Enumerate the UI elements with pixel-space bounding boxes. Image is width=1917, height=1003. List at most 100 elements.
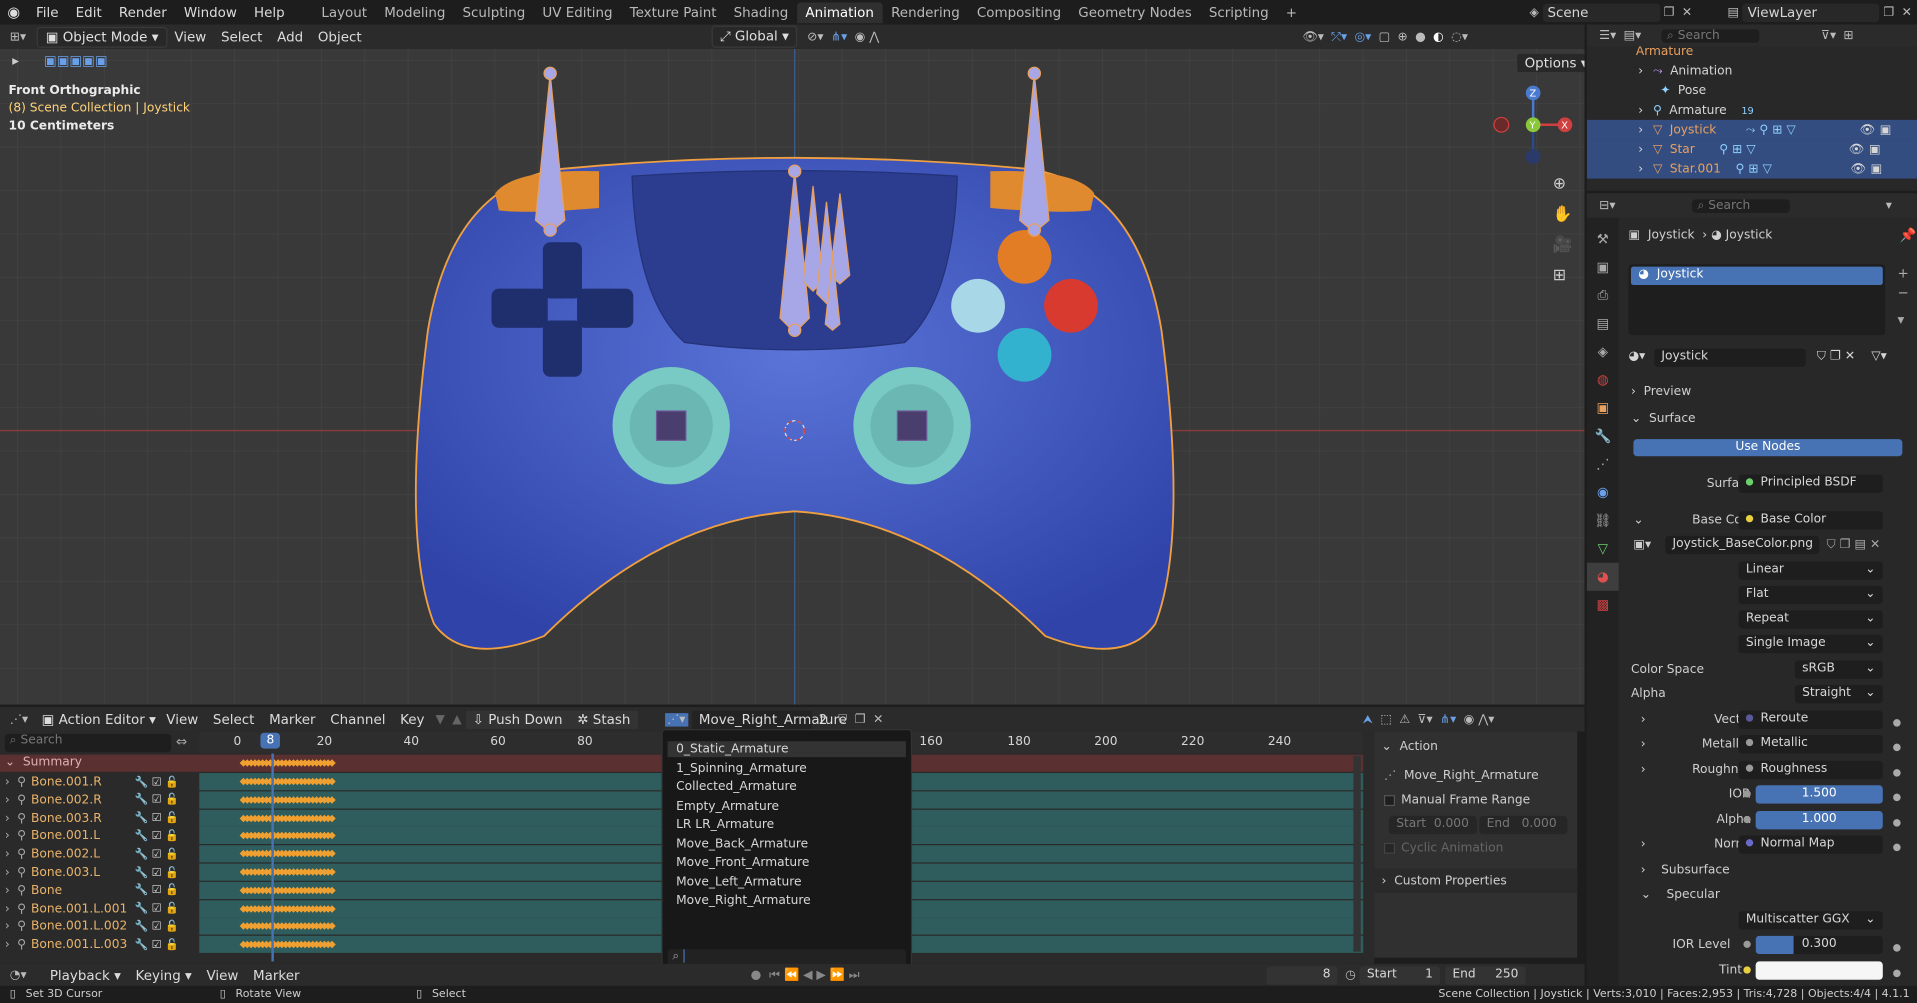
scene-selector[interactable]: ◈ Scene ❐ ✕: [1526, 2, 1696, 22]
ae-menu-view[interactable]: View: [159, 710, 206, 728]
keyframe-markers[interactable]: ◆◆◆◆◆◆◆◆◆◆◆◆◆◆◆◆◆◆◆◆◆◆◆◆: [240, 920, 336, 931]
overlay-icon[interactable]: ◎▾: [1355, 30, 1372, 43]
filter-icon[interactable]: ⊽▾: [1418, 713, 1433, 726]
tab-scripting[interactable]: Scripting: [1200, 2, 1277, 23]
swap-icon[interactable]: ⇔: [176, 734, 187, 750]
preview-panel-header[interactable]: › Preview: [1631, 385, 1691, 398]
ae-mode-dropdown[interactable]: ▣ Action Editor ▾: [42, 711, 159, 727]
interpolation-dropdown[interactable]: Linear ⌄: [1738, 561, 1883, 580]
breadcrumb-object[interactable]: Joystick: [1648, 229, 1695, 242]
mode-dropdown[interactable]: ▣ Object Mode ▾: [37, 26, 168, 48]
action-browse-icon[interactable]: ⋰▾: [664, 712, 688, 726]
props-search[interactable]: ⌕ Search: [1692, 198, 1791, 213]
outliner-row-armature[interactable]: Armature: [1587, 46, 1917, 56]
range-start-field[interactable]: Start 0.000: [1388, 815, 1477, 835]
current-frame-indicator[interactable]: 8: [260, 732, 281, 749]
base-color-expand[interactable]: ⌄: [1633, 514, 1643, 527]
summary-keyframes[interactable]: ◆◆◆◆◆◆◆◆◆◆◆◆◆◆◆◆◆◆◆◆◆◆◆◆: [240, 757, 336, 768]
ae-menu-channel[interactable]: Channel: [323, 710, 393, 728]
use-nodes-button[interactable]: Use Nodes: [1633, 439, 1903, 457]
duplicate-material-icon[interactable]: ❐: [1830, 350, 1841, 363]
projection-dropdown[interactable]: Flat ⌄: [1738, 585, 1883, 605]
button-left[interactable]: [951, 278, 1005, 333]
ior-level-slider[interactable]: 0.300: [1755, 935, 1883, 955]
clock-icon[interactable]: ◷: [1345, 968, 1356, 981]
current-frame-field[interactable]: 8: [1266, 965, 1338, 985]
track-row[interactable]: › ⚲ Bone.001.L.001 🔧 ☑ 🔓: [0, 900, 199, 918]
tint-color-swatch[interactable]: [1755, 961, 1883, 980]
menu-file[interactable]: File: [27, 4, 67, 20]
constraints-tab-icon[interactable]: ⛓: [1587, 506, 1619, 534]
channel-search[interactable]: ⌕ Search: [4, 733, 172, 753]
gizmo-toggle-icon[interactable]: ⤱▾: [1331, 30, 1347, 43]
add-slot-icon[interactable]: +: [1897, 264, 1908, 284]
viewport-menu-add[interactable]: Add: [270, 28, 311, 46]
unlink-action-icon[interactable]: ✕: [873, 713, 883, 726]
keyframe-markers[interactable]: ◆◆◆◆◆◆◆◆◆◆◆◆◆◆◆◆◆◆◆◆◆◆◆◆: [240, 866, 336, 877]
keyframe-markers[interactable]: ◆◆◆◆◆◆◆◆◆◆◆◆◆◆◆◆◆◆◆◆◆◆◆◆: [240, 848, 336, 859]
camera-render-icon[interactable]: ▣: [1871, 162, 1883, 175]
action-name-field[interactable]: Move_Right_Armature: [691, 710, 847, 729]
track-toggle-icons[interactable]: 🔧 ☑ 🔓: [134, 867, 178, 879]
roughness-field[interactable]: Roughness: [1738, 760, 1883, 780]
timeline-view-menu[interactable]: View: [199, 966, 246, 984]
surface-panel-header[interactable]: ⌄ Surface: [1631, 412, 1696, 425]
subsurface-panel-header[interactable]: › Subsurface: [1641, 864, 1730, 877]
open-image-icon[interactable]: ▤: [1854, 538, 1866, 551]
ortho-grid-icon[interactable]: ⊞: [1553, 261, 1573, 292]
button-bottom[interactable]: [997, 327, 1052, 382]
eye-icon[interactable]: 👁: [1849, 143, 1865, 156]
surface-shader-field[interactable]: Principled BSDF: [1738, 474, 1883, 493]
extension-dropdown[interactable]: Repeat ⌄: [1738, 610, 1883, 629]
editor-type-icon[interactable]: ⊞▾: [10, 30, 26, 43]
button-right[interactable]: [1044, 278, 1098, 333]
select-tool-icon[interactable]: ▸: [12, 53, 19, 69]
tab-sculpting[interactable]: Sculpting: [454, 2, 534, 23]
track-row[interactable]: › ⚲ Bone.002.L 🔧 ☑ 🔓: [0, 845, 199, 863]
keyframe-markers[interactable]: ◆◆◆◆◆◆◆◆◆◆◆◆◆◆◆◆◆◆◆◆◆◆◆◆: [240, 794, 336, 805]
fake-user-icon[interactable]: ⛉: [838, 713, 847, 726]
action-item[interactable]: Move_Right_Armature: [676, 894, 811, 907]
3d-viewport[interactable]: Front Orthographic (8) Scene Collection …: [0, 48, 1585, 705]
timeline-marker-menu[interactable]: Marker: [246, 966, 307, 984]
source-dropdown[interactable]: Single Image ⌄: [1738, 634, 1883, 654]
keyframe-markers[interactable]: ◆◆◆◆◆◆◆◆◆◆◆◆◆◆◆◆◆◆◆◆◆◆◆◆: [240, 830, 336, 841]
material-shading-icon[interactable]: ◐: [1433, 30, 1444, 43]
slot-link-icon[interactable]: ▽▾: [1871, 350, 1887, 363]
manual-frame-range-checkbox[interactable]: Manual Frame Range: [1383, 794, 1530, 807]
camera-icon[interactable]: 🎥: [1553, 230, 1573, 261]
outliner-search[interactable]: ⌕ Search: [1662, 28, 1760, 43]
menu-window[interactable]: Window: [175, 4, 245, 20]
scene-name[interactable]: Scene: [1542, 3, 1660, 22]
tab-rendering[interactable]: Rendering: [883, 2, 969, 23]
keyframe-markers[interactable]: ◆◆◆◆◆◆◆◆◆◆◆◆◆◆◆◆◆◆◆◆◆◆◆◆: [240, 902, 336, 913]
solid-shading-icon[interactable]: ●: [1415, 30, 1426, 43]
filter-icon[interactable]: ⊽▾: [1821, 29, 1836, 42]
action-item[interactable]: Move_Back_Armature: [676, 838, 808, 851]
camera-render-icon[interactable]: ▣: [1880, 123, 1892, 136]
track-toggle-icons[interactable]: 🔧 ☑ 🔓: [134, 830, 178, 842]
stash-button[interactable]: ✲ Stash: [569, 710, 638, 729]
layer-up-icon[interactable]: ▲: [452, 713, 461, 726]
close-icon[interactable]: ✕: [1902, 6, 1912, 19]
metallic-field[interactable]: Metallic: [1738, 735, 1883, 754]
duplicate-action-icon[interactable]: ❐: [855, 713, 866, 726]
image-name-field[interactable]: Joystick_BaseColor.png: [1665, 535, 1820, 555]
expand-icon[interactable]: ›: [1638, 123, 1643, 136]
outliner-row-animation[interactable]: › ⤳ Animation: [1587, 61, 1917, 81]
breadcrumb-material[interactable]: Joystick: [1726, 229, 1773, 242]
ae-editor-type-icon[interactable]: ⋰▾: [10, 713, 28, 726]
dropdown-icon[interactable]: ▾: [1886, 199, 1892, 212]
viewport-menu-object[interactable]: Object: [311, 28, 369, 46]
track-row[interactable]: › ⚲ Bone.001.L 🔧 ☑ 🔓: [0, 827, 199, 845]
unlink-image-icon[interactable]: ✕: [1870, 538, 1880, 551]
particles-tab-icon[interactable]: ⋰: [1587, 450, 1619, 478]
keying-menu[interactable]: Keying ▾: [128, 966, 199, 984]
track-toggle-icons[interactable]: 🔧 ☑ 🔓: [134, 849, 178, 861]
add-workspace-icon[interactable]: +: [1277, 2, 1305, 23]
action-item[interactable]: 0_Static_Armature: [676, 742, 788, 755]
track-row[interactable]: › ⚲ Bone.001.L.003 🔧 ☑ 🔓: [0, 936, 199, 954]
display-mode-icon[interactable]: ▤▾: [1624, 29, 1642, 42]
duplicate-image-icon[interactable]: ❐: [1840, 538, 1851, 551]
outliner-row-joystick[interactable]: › ▽ Joystick ⤳ ⚲ ⊞ ▽ 👁 ▣: [1586, 119, 1917, 140]
